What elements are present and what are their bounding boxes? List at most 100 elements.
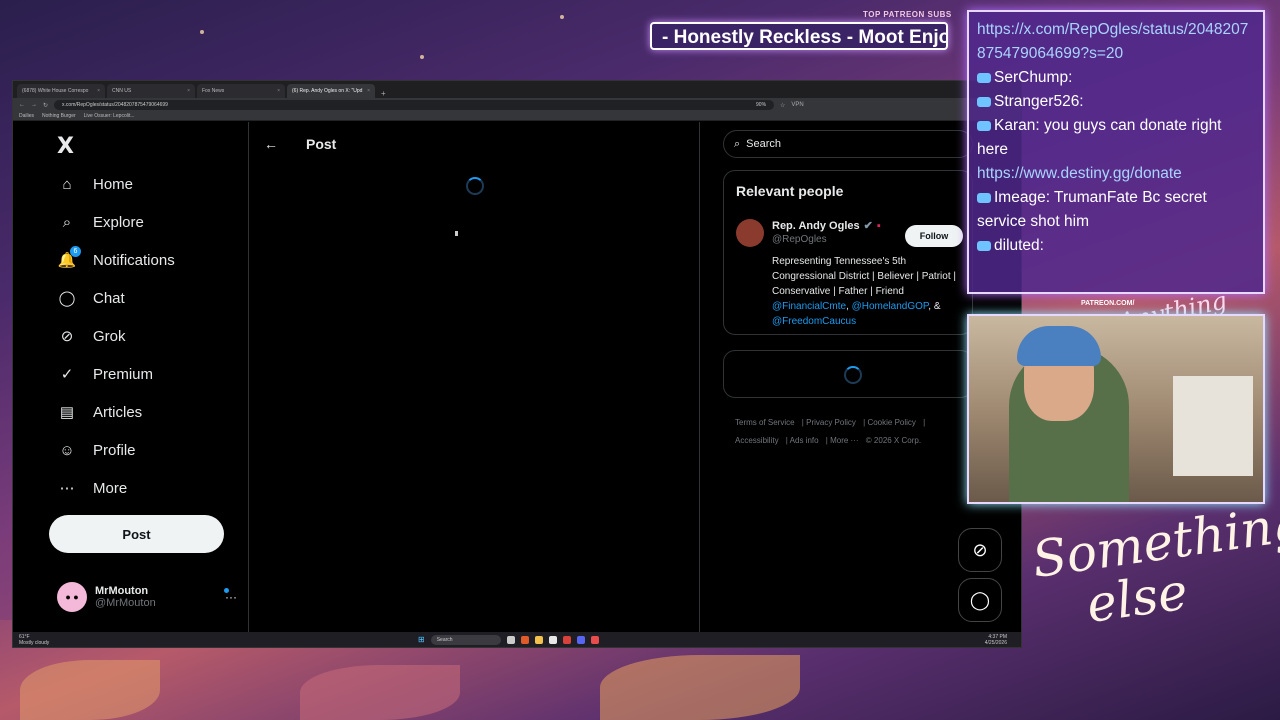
nav-item-chat[interactable]: ◯ Chat (57, 286, 125, 310)
clock[interactable]: 4:37 PM 4/25/2026 (985, 634, 1007, 646)
back-arrow-icon[interactable]: ← (264, 136, 278, 152)
chat-message: Karan: you guys can donate right here (977, 114, 1255, 162)
background-star (200, 30, 204, 34)
bell-icon: 🔔 6 (57, 246, 81, 270)
footer-link[interactable]: More ··· (830, 436, 858, 445)
nav-item-profile[interactable]: ☺ Profile (57, 438, 135, 462)
nav-label: Chat (93, 289, 125, 307)
bookmark-item[interactable]: Live Ossuer: Lepcolit... (84, 113, 135, 119)
chat-username[interactable]: SerChump: (994, 69, 1072, 86)
footer-link[interactable]: Privacy Policy (806, 418, 856, 427)
footer-link[interactable]: Ads info (790, 436, 819, 445)
chat-badge-icon (977, 192, 991, 203)
url-text: x.com/RepOgles/status/204820787547906469… (62, 102, 168, 108)
x-page: X ⌂ Home ⌕ Explore 🔔 6 Notifications ◯ Chat ⊘ Grok… (13, 122, 1021, 632)
close-icon[interactable]: × (277, 88, 280, 94)
zoom-indicator[interactable]: 90% (756, 102, 766, 108)
articles-icon: ▤ (59, 404, 75, 421)
post-button[interactable]: Post (49, 515, 224, 553)
main-column: ← Post (250, 122, 700, 632)
close-icon[interactable]: × (367, 88, 370, 94)
bio-link[interactable]: @FreedomCaucus (772, 316, 856, 327)
search-input[interactable]: ⌕ Search (723, 130, 973, 158)
chat-username[interactable]: Karan: (994, 117, 1040, 134)
app-icon[interactable] (590, 635, 599, 644)
browser-tab[interactable]: (6878) White House Correspo × (17, 84, 105, 98)
nav-item-notifications[interactable]: 🔔 6 Notifications (57, 246, 175, 272)
nav-item-more[interactable]: ⋯ More (57, 476, 128, 500)
grok-fab-button[interactable]: ⊘ (958, 528, 1002, 572)
nav-item-explore[interactable]: ⌕ Explore (57, 210, 144, 234)
chat-link[interactable]: https://x.com/RepOgles/status/2048207875… (977, 21, 1248, 62)
footer-link[interactable]: Accessibility (735, 436, 779, 445)
nav-label: Explore (93, 213, 144, 231)
app-icon[interactable] (506, 635, 515, 644)
browser-tab-active[interactable]: (6) Rep. Andy Ogles on X: "Upd × (287, 84, 375, 98)
chat-username[interactable]: diluted: (994, 237, 1044, 254)
bookmark-star-icon[interactable]: ☆ (780, 102, 785, 109)
footer-link[interactable]: Terms of Service (735, 418, 795, 427)
nav-item-articles[interactable]: ▤ Articles (57, 400, 142, 424)
background-leaf (300, 665, 460, 720)
chat-badge-icon (977, 96, 991, 107)
person-name-row[interactable]: Rep. Andy Ogles ✔ ▪ (772, 219, 881, 233)
chat-message: https://www.destiny.gg/donate (977, 162, 1255, 186)
discord-app-icon[interactable] (576, 635, 585, 644)
follow-button[interactable]: Follow (905, 225, 963, 247)
messages-fab-button[interactable]: ◯ (958, 578, 1002, 622)
tab-label: CNN US (112, 88, 132, 94)
patreon-subs-label: TOP PATREON SUBS (863, 10, 952, 19)
chat-link[interactable]: https://www.destiny.gg/donate (977, 165, 1182, 182)
loading-spinner (844, 366, 862, 384)
nav-item-premium[interactable]: ✓ Premium (57, 362, 153, 386)
bookmark-item[interactable]: Nothing Burger (42, 113, 76, 119)
chat-icon: ◯ (58, 290, 76, 307)
search-icon: ⌕ (62, 213, 72, 231)
nav-item-home[interactable]: ⌂ Home (57, 172, 133, 196)
nav-label: Grok (93, 327, 126, 345)
app-icon[interactable] (562, 635, 571, 644)
chat-username[interactable]: Stranger526: (994, 93, 1084, 110)
back-icon[interactable]: ← (19, 102, 25, 108)
browser-tab[interactable]: Fox News × (197, 84, 285, 98)
streamer-hair (1017, 326, 1101, 366)
close-icon[interactable]: × (187, 88, 190, 94)
folder-app-icon[interactable] (534, 635, 543, 644)
browser-tab[interactable]: CNN US × (107, 84, 195, 98)
vpn-button[interactable]: VPN (791, 102, 803, 108)
close-icon[interactable]: × (97, 88, 100, 94)
x-logo[interactable]: X (57, 134, 74, 159)
taskbar-search[interactable]: Search (430, 634, 501, 645)
nav-item-grok[interactable]: ⊘ Grok (57, 324, 126, 348)
account-switcher[interactable]: ● ● MrMouton @MrMouton ··· (57, 582, 237, 612)
gray-verified-icon: ✔ (863, 220, 873, 232)
windows-start-icon[interactable]: ⊞ (418, 635, 425, 644)
bookmark-item[interactable]: Dailies (19, 113, 34, 119)
bio-link[interactable]: @HomelandGOP (852, 301, 929, 312)
stream-chat: https://x.com/RepOgles/status/2048207875… (967, 10, 1265, 294)
new-tab-icon[interactable]: + (377, 89, 390, 98)
taskbar-apps: ⊞ Search (418, 634, 599, 645)
background-leaf (20, 660, 160, 720)
chat-badge-icon (977, 240, 991, 251)
avatar[interactable] (736, 219, 764, 247)
profile-icon: ☺ (59, 441, 75, 459)
clock-time: 4:37 PM (988, 633, 1007, 640)
person-name: Rep. Andy Ogles (772, 219, 860, 232)
trending-loading-card (723, 350, 973, 398)
weather-widget[interactable]: 61°F Mostly cloudy (19, 634, 99, 646)
account-handle: @MrMouton (95, 597, 156, 609)
app-icon[interactable] (548, 635, 557, 644)
avatar: ● ● (57, 582, 87, 612)
url-bar[interactable]: x.com/RepOgles/status/204820787547906469… (54, 100, 775, 110)
browser-app-icon[interactable] (520, 635, 529, 644)
browser-window: (6878) White House Correspo × CNN US × Fox… (12, 80, 1022, 648)
forward-icon[interactable]: → (31, 102, 37, 108)
chat-username[interactable]: Imeage: (994, 189, 1050, 206)
nav-label: Home (93, 175, 134, 193)
bio-link[interactable]: @FinancialCmte (772, 301, 846, 312)
reload-icon[interactable]: ↻ (43, 102, 48, 109)
patreon-ticker: - Honestly Reckless - Moot Enjoy (650, 22, 948, 50)
footer-link[interactable]: Cookie Policy (867, 418, 915, 427)
loading-spinner (466, 177, 484, 195)
